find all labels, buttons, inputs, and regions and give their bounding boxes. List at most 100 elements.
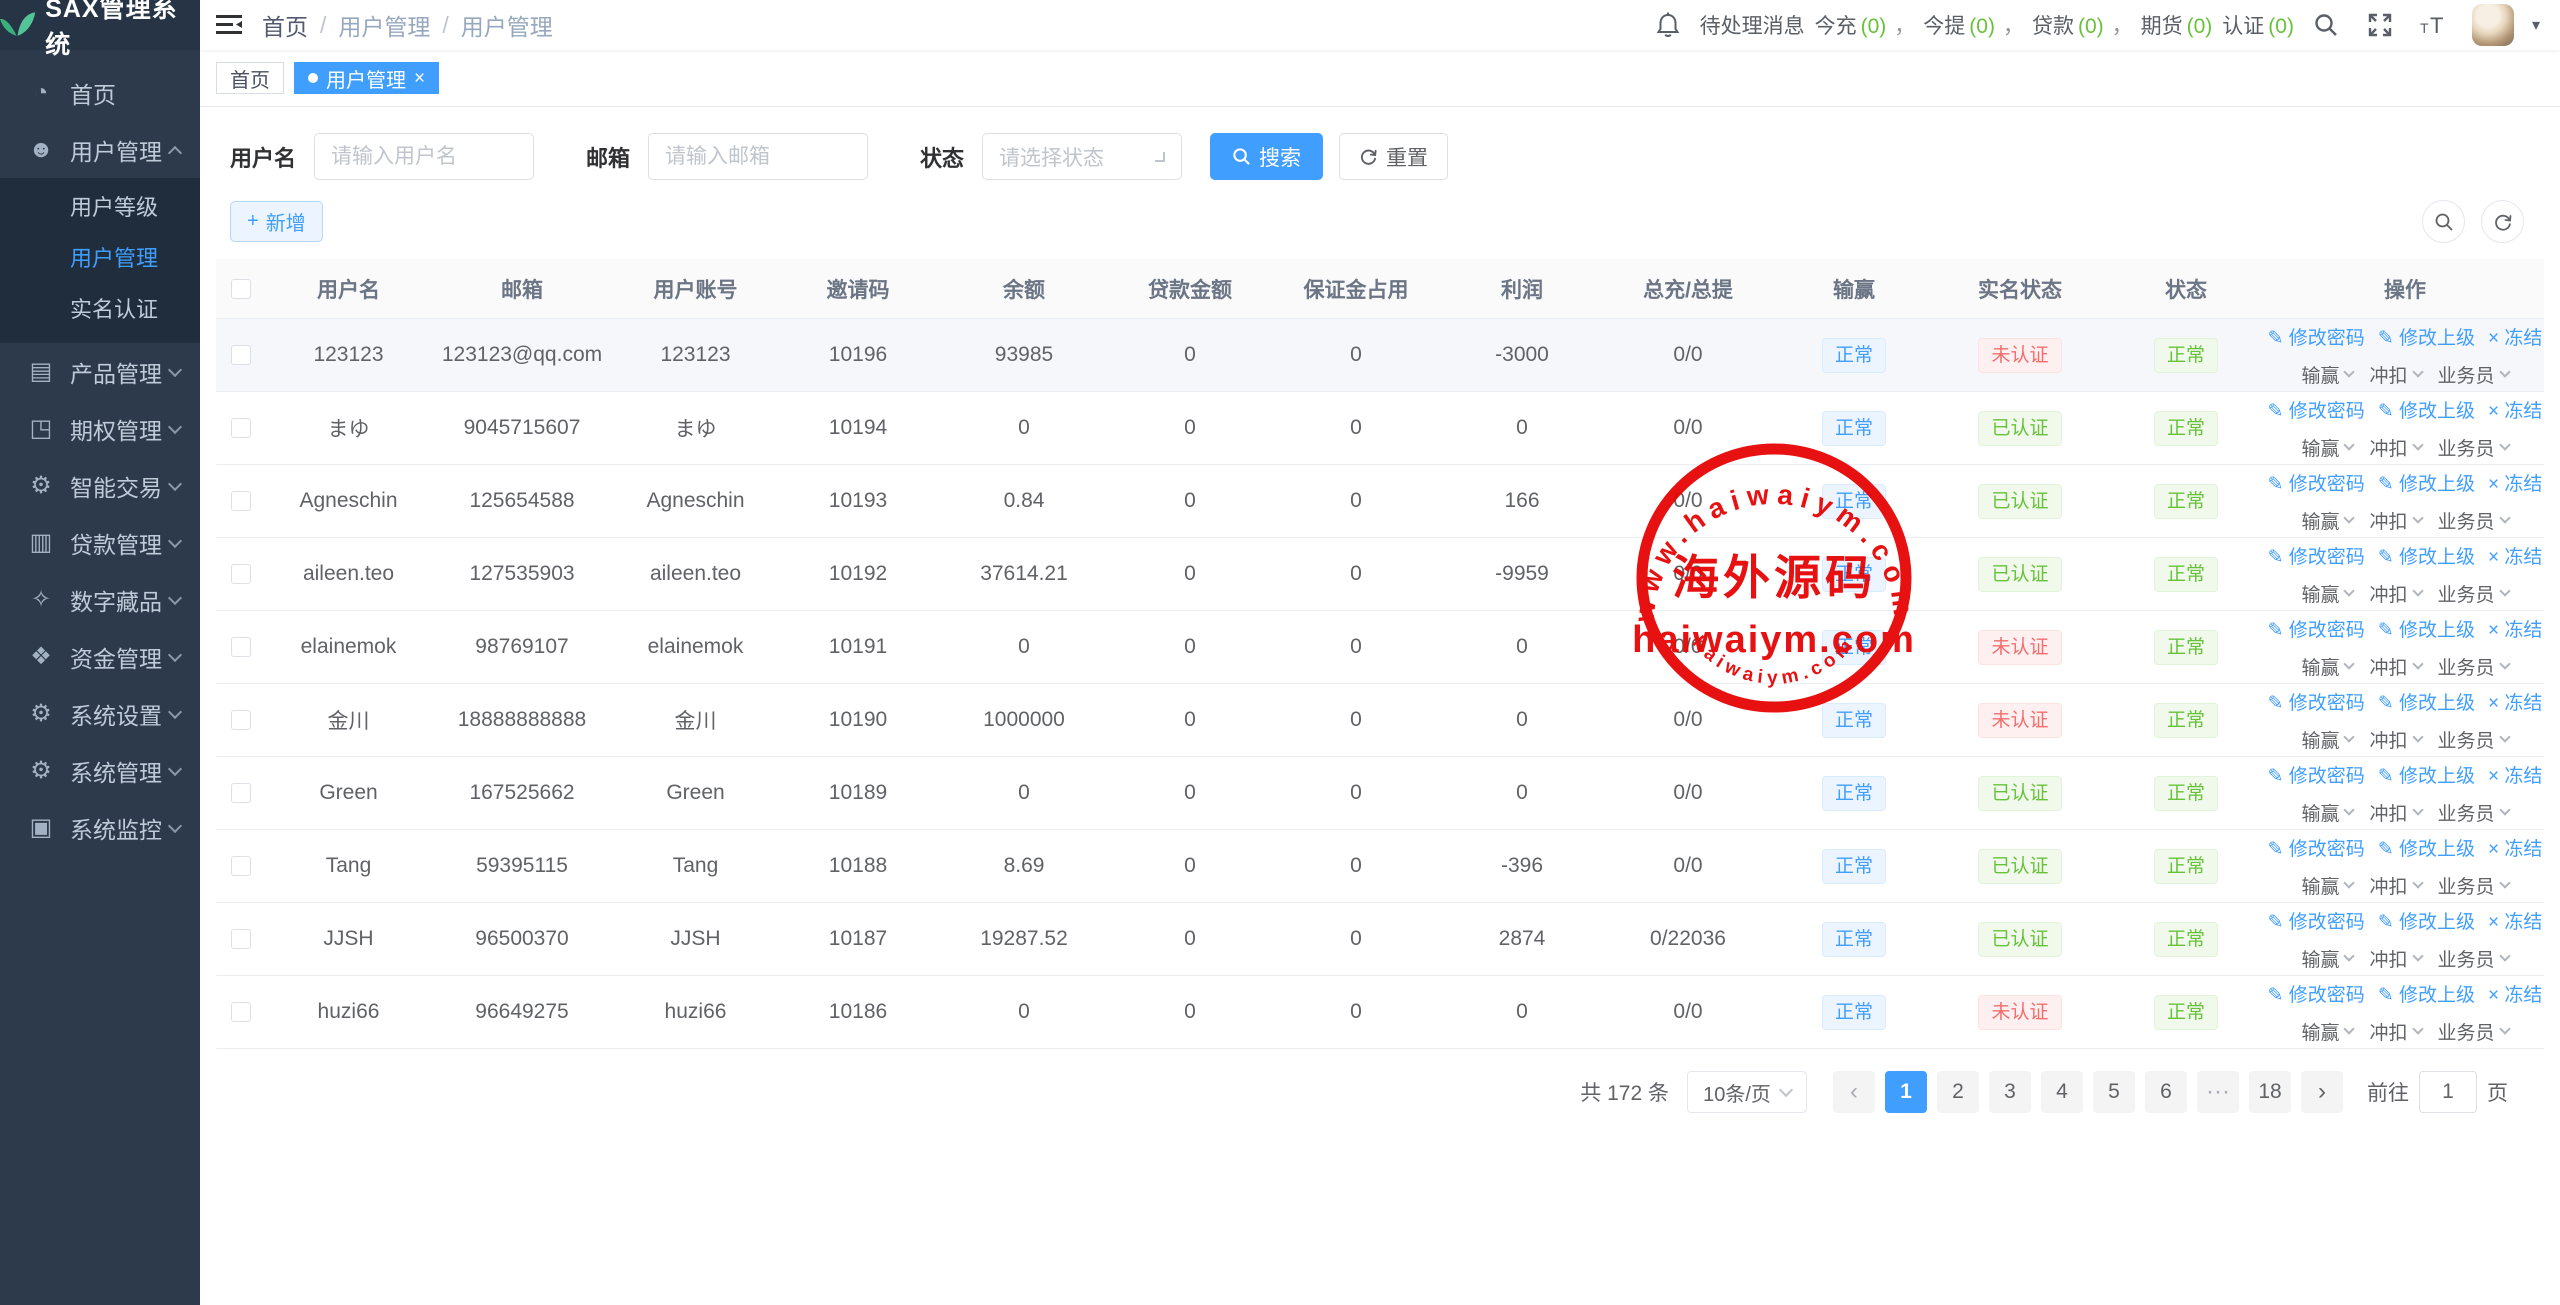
op-冻结[interactable]: × 冻结 (2488, 907, 2542, 934)
sidebar-item-首页[interactable]: ◔ 首页 (0, 64, 200, 121)
op-修改密码[interactable]: ✎ 修改密码 (2268, 323, 2365, 350)
op-修改上级[interactable]: ✎ 修改上级 (2378, 761, 2475, 788)
op-修改上级[interactable]: ✎ 修改上级 (2378, 980, 2475, 1007)
op-修改上级[interactable]: ✎ 修改上级 (2378, 542, 2475, 569)
reset-button[interactable]: 重置 (1339, 133, 1448, 180)
add-user-button[interactable]: + 新增 (230, 201, 323, 242)
op-修改密码[interactable]: ✎ 修改密码 (2268, 542, 2365, 569)
email-input[interactable] (648, 133, 868, 180)
tab-用户管理[interactable]: 用户管理 × (294, 62, 439, 94)
op-修改密码[interactable]: ✎ 修改密码 (2268, 688, 2365, 715)
prev-page-button[interactable]: ‹ (1833, 1071, 1875, 1113)
tab-close-icon[interactable]: × (414, 69, 425, 88)
row-checkbox[interactable] (231, 783, 251, 803)
row-checkbox[interactable] (231, 564, 251, 584)
op-dropdown-业务员[interactable]: 业务员 (2438, 653, 2509, 680)
op-dropdown-冲扣[interactable]: 冲扣 (2369, 580, 2421, 607)
breadcrumb-item[interactable]: 用户管理 (338, 8, 430, 42)
row-checkbox[interactable] (231, 856, 251, 876)
op-修改上级[interactable]: ✎ 修改上级 (2378, 469, 2475, 496)
goto-page-input[interactable] (2419, 1071, 2477, 1113)
op-修改上级[interactable]: ✎ 修改上级 (2378, 323, 2475, 350)
username-input[interactable] (314, 133, 534, 180)
op-dropdown-冲扣[interactable]: 冲扣 (2369, 507, 2421, 534)
op-修改上级[interactable]: ✎ 修改上级 (2378, 688, 2475, 715)
op-冻结[interactable]: × 冻结 (2488, 834, 2542, 861)
op-dropdown-冲扣[interactable]: 冲扣 (2369, 799, 2421, 826)
op-冻结[interactable]: × 冻结 (2488, 469, 2542, 496)
page-button-18[interactable]: 18 (2249, 1071, 2291, 1113)
page-button-2[interactable]: 2 (1937, 1071, 1979, 1113)
sidebar-item-数字藏品[interactable]: ✧ 数字藏品 (0, 571, 200, 628)
op-冻结[interactable]: × 冻结 (2488, 396, 2542, 423)
op-dropdown-业务员[interactable]: 业务员 (2438, 580, 2509, 607)
sidebar-item-期权管理[interactable]: ◳ 期权管理 (0, 400, 200, 457)
op-修改上级[interactable]: ✎ 修改上级 (2378, 615, 2475, 642)
row-checkbox[interactable] (231, 710, 251, 730)
op-dropdown-业务员[interactable]: 业务员 (2438, 945, 2509, 972)
page-button-6[interactable]: 6 (2145, 1071, 2187, 1113)
op-冻结[interactable]: × 冻结 (2488, 615, 2542, 642)
search-icon[interactable] (2304, 3, 2348, 47)
op-dropdown-输赢[interactable]: 输赢 (2301, 872, 2353, 899)
op-修改上级[interactable]: ✎ 修改上级 (2378, 907, 2475, 934)
op-冻结[interactable]: × 冻结 (2488, 761, 2542, 788)
op-冻结[interactable]: × 冻结 (2488, 688, 2542, 715)
table-search-icon[interactable] (2422, 200, 2465, 243)
user-avatar[interactable] (2472, 4, 2514, 46)
fullscreen-icon[interactable] (2358, 3, 2402, 47)
font-size-icon[interactable]: T T (2412, 3, 2456, 47)
op-dropdown-冲扣[interactable]: 冲扣 (2369, 434, 2421, 461)
hamburger-icon[interactable] (200, 0, 258, 50)
page-size-select[interactable]: 10条/页 (1687, 1071, 1807, 1113)
op-dropdown-冲扣[interactable]: 冲扣 (2369, 653, 2421, 680)
sidebar-subitem-用户管理[interactable]: 用户管理 (0, 233, 200, 284)
sidebar-item-用户管理[interactable]: ☻ 用户管理 (0, 121, 200, 178)
op-修改密码[interactable]: ✎ 修改密码 (2268, 469, 2365, 496)
op-修改密码[interactable]: ✎ 修改密码 (2268, 761, 2365, 788)
op-dropdown-输赢[interactable]: 输赢 (2301, 507, 2353, 534)
op-dropdown-输赢[interactable]: 输赢 (2301, 945, 2353, 972)
op-dropdown-输赢[interactable]: 输赢 (2301, 361, 2353, 388)
row-checkbox[interactable] (231, 637, 251, 657)
select-all-checkbox[interactable] (231, 279, 251, 299)
op-dropdown-业务员[interactable]: 业务员 (2438, 1018, 2509, 1045)
sidebar-item-贷款管理[interactable]: ▥ 贷款管理 (0, 514, 200, 571)
row-checkbox[interactable] (231, 345, 251, 365)
op-修改密码[interactable]: ✎ 修改密码 (2268, 396, 2365, 423)
sidebar-subitem-实名认证[interactable]: 实名认证 (0, 284, 200, 335)
op-dropdown-业务员[interactable]: 业务员 (2438, 726, 2509, 753)
op-dropdown-输赢[interactable]: 输赢 (2301, 799, 2353, 826)
row-checkbox[interactable] (231, 1002, 251, 1022)
op-dropdown-冲扣[interactable]: 冲扣 (2369, 945, 2421, 972)
op-dropdown-冲扣[interactable]: 冲扣 (2369, 1018, 2421, 1045)
op-dropdown-冲扣[interactable]: 冲扣 (2369, 361, 2421, 388)
row-checkbox[interactable] (231, 929, 251, 949)
sidebar-item-系统管理[interactable]: ⚙ 系统管理 (0, 742, 200, 799)
op-dropdown-输赢[interactable]: 输赢 (2301, 726, 2353, 753)
status-select[interactable]: 请选择状态 (982, 133, 1182, 180)
op-修改密码[interactable]: ✎ 修改密码 (2268, 615, 2365, 642)
page-ellipsis-button[interactable]: ··· (2197, 1071, 2239, 1113)
op-dropdown-业务员[interactable]: 业务员 (2438, 872, 2509, 899)
bell-icon[interactable] (1646, 3, 1690, 47)
tab-首页[interactable]: 首页 (216, 62, 284, 94)
op-修改上级[interactable]: ✎ 修改上级 (2378, 834, 2475, 861)
breadcrumb-item[interactable]: 用户管理 (461, 8, 553, 42)
op-dropdown-业务员[interactable]: 业务员 (2438, 361, 2509, 388)
sidebar-item-系统监控[interactable]: ▣ 系统监控 (0, 799, 200, 856)
avatar-caret-icon[interactable]: ▾ (2532, 15, 2540, 35)
op-修改上级[interactable]: ✎ 修改上级 (2378, 396, 2475, 423)
op-冻结[interactable]: × 冻结 (2488, 323, 2542, 350)
op-冻结[interactable]: × 冻结 (2488, 542, 2542, 569)
op-dropdown-输赢[interactable]: 输赢 (2301, 580, 2353, 607)
op-dropdown-业务员[interactable]: 业务员 (2438, 507, 2509, 534)
sidebar-subitem-用户等级[interactable]: 用户等级 (0, 182, 200, 233)
op-dropdown-输赢[interactable]: 输赢 (2301, 653, 2353, 680)
op-dropdown-输赢[interactable]: 输赢 (2301, 434, 2353, 461)
refresh-icon[interactable] (2481, 200, 2524, 243)
op-修改密码[interactable]: ✎ 修改密码 (2268, 980, 2365, 1007)
sidebar-item-系统设置[interactable]: ⚙ 系统设置 (0, 685, 200, 742)
page-button-5[interactable]: 5 (2093, 1071, 2135, 1113)
op-dropdown-业务员[interactable]: 业务员 (2438, 434, 2509, 461)
